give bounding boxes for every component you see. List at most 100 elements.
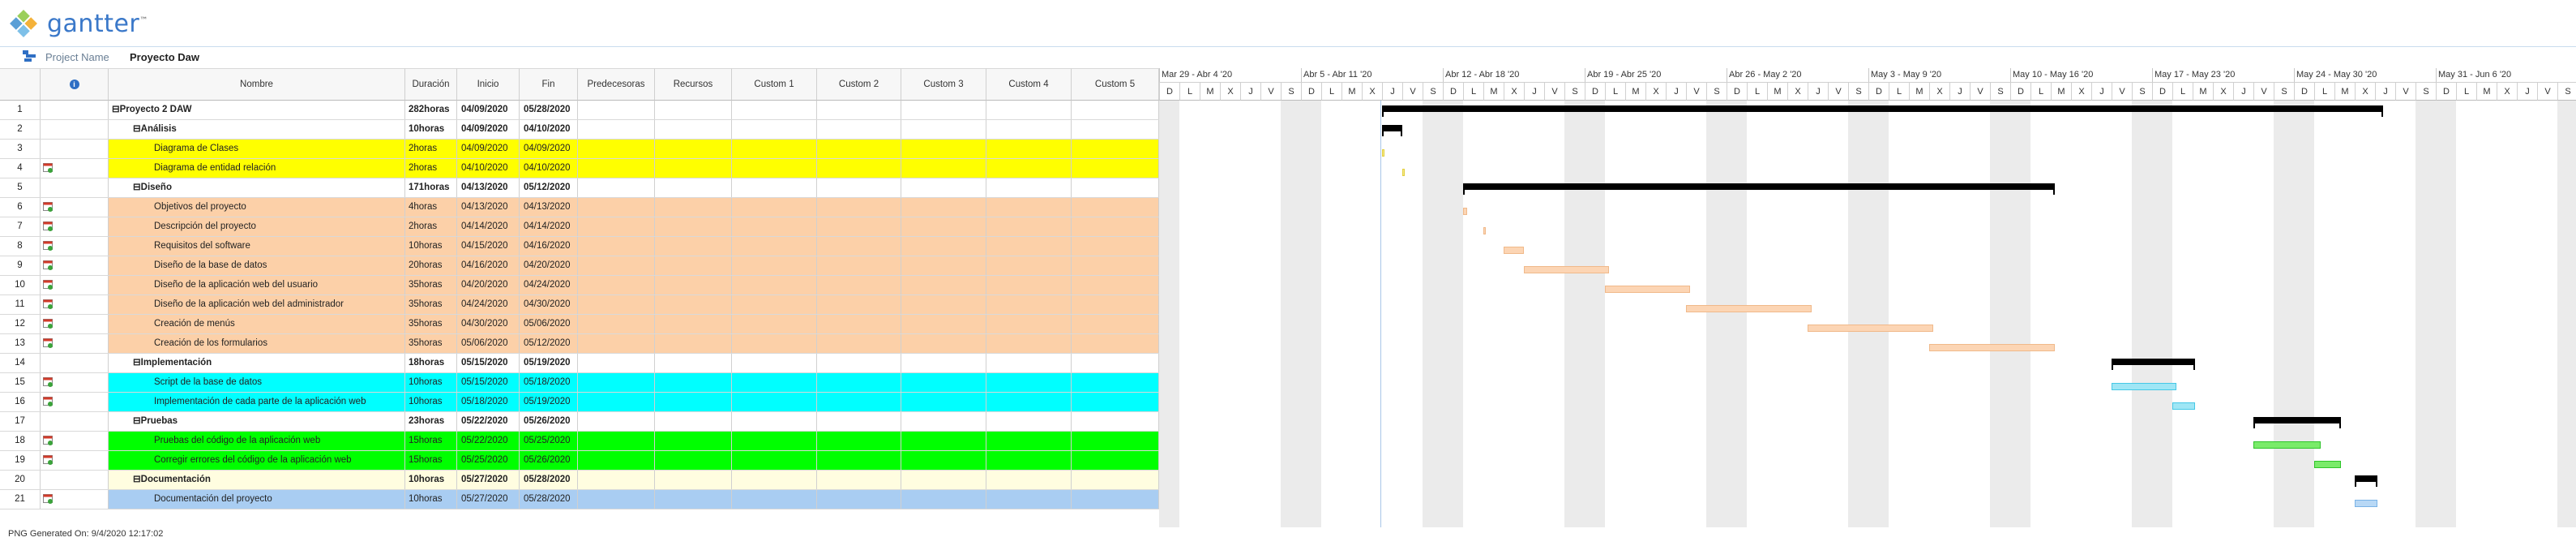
task-custom4[interactable] xyxy=(986,373,1072,392)
header-predecessors[interactable]: Predecesoras xyxy=(578,68,655,101)
row-number[interactable]: 15 xyxy=(0,373,41,392)
task-custom5[interactable] xyxy=(1072,412,1159,431)
task-resources[interactable] xyxy=(655,432,732,450)
task-custom5[interactable] xyxy=(1072,140,1159,158)
task-custom4[interactable] xyxy=(986,198,1072,217)
task-row[interactable]: 13 Creación de los formularios 35horas 05/0… xyxy=(0,334,1159,354)
task-row[interactable]: 11 Diseño de la aplicación web del admini… xyxy=(0,295,1159,315)
task-custom2[interactable] xyxy=(817,120,901,139)
task-start[interactable]: 05/06/2020 xyxy=(457,334,520,353)
header-custom2[interactable]: Custom 2 xyxy=(817,68,901,101)
task-custom1[interactable] xyxy=(732,217,817,236)
task-name[interactable]: Implementación de cada parte de la aplic… xyxy=(109,393,405,411)
task-custom1[interactable] xyxy=(732,120,817,139)
task-custom3[interactable] xyxy=(901,120,986,139)
task-resources[interactable] xyxy=(655,198,732,217)
task-predecessors[interactable] xyxy=(578,393,655,411)
task-predecessors[interactable] xyxy=(578,120,655,139)
task-custom5[interactable] xyxy=(1072,393,1159,411)
task-name[interactable]: Requisitos del software xyxy=(109,237,405,256)
task-custom1[interactable] xyxy=(732,334,817,353)
task-resources[interactable] xyxy=(655,178,732,197)
task-finish[interactable]: 05/19/2020 xyxy=(520,393,578,411)
task-resources[interactable] xyxy=(655,237,732,256)
task-custom3[interactable] xyxy=(901,101,986,119)
task-duration[interactable]: 18horas xyxy=(405,354,457,372)
task-resources[interactable] xyxy=(655,295,732,314)
task-start[interactable]: 05/15/2020 xyxy=(457,354,520,372)
task-predecessors[interactable] xyxy=(578,237,655,256)
task-duration[interactable]: 171horas xyxy=(405,178,457,197)
header-duration[interactable]: Duración xyxy=(405,68,457,101)
row-number[interactable]: 10 xyxy=(0,276,41,294)
task-bar[interactable] xyxy=(1929,344,2055,351)
task-finish[interactable]: 05/12/2020 xyxy=(520,334,578,353)
task-finish[interactable]: 05/18/2020 xyxy=(520,373,578,392)
task-predecessors[interactable] xyxy=(578,490,655,509)
task-duration[interactable]: 10horas xyxy=(405,373,457,392)
task-start[interactable]: 04/13/2020 xyxy=(457,178,520,197)
task-custom1[interactable] xyxy=(732,256,817,275)
task-custom3[interactable] xyxy=(901,178,986,197)
task-resources[interactable] xyxy=(655,256,732,275)
task-custom4[interactable] xyxy=(986,490,1072,509)
task-predecessors[interactable] xyxy=(578,140,655,158)
task-bar[interactable] xyxy=(2112,383,2176,390)
task-custom5[interactable] xyxy=(1072,471,1159,489)
task-finish[interactable]: 05/26/2020 xyxy=(520,451,578,470)
task-duration[interactable]: 23horas xyxy=(405,412,457,431)
task-start[interactable]: 04/14/2020 xyxy=(457,217,520,236)
task-custom3[interactable] xyxy=(901,471,986,489)
task-custom4[interactable] xyxy=(986,412,1072,431)
task-duration[interactable]: 10horas xyxy=(405,393,457,411)
task-name[interactable]: Creación de menús xyxy=(109,315,405,333)
task-duration[interactable]: 10horas xyxy=(405,490,457,509)
task-row[interactable]: 12 Creación de menús 35horas 04/30/2020 05/0… xyxy=(0,315,1159,334)
task-bar[interactable] xyxy=(2355,500,2377,507)
task-start[interactable]: 05/25/2020 xyxy=(457,451,520,470)
task-predecessors[interactable] xyxy=(578,198,655,217)
task-custom3[interactable] xyxy=(901,315,986,333)
task-start[interactable]: 04/15/2020 xyxy=(457,237,520,256)
task-row[interactable]: 1 ⊟Proyecto 2 DAW 282horas 04/09/2020 05/28/… xyxy=(0,101,1159,120)
task-custom5[interactable] xyxy=(1072,295,1159,314)
task-custom5[interactable] xyxy=(1072,432,1159,450)
task-duration[interactable]: 15horas xyxy=(405,432,457,450)
task-finish[interactable]: 05/12/2020 xyxy=(520,178,578,197)
task-custom4[interactable] xyxy=(986,451,1072,470)
task-finish[interactable]: 05/25/2020 xyxy=(520,432,578,450)
task-custom2[interactable] xyxy=(817,178,901,197)
row-number[interactable]: 13 xyxy=(0,334,41,353)
task-custom2[interactable] xyxy=(817,373,901,392)
task-custom3[interactable] xyxy=(901,159,986,178)
task-start[interactable]: 04/13/2020 xyxy=(457,198,520,217)
task-bar[interactable] xyxy=(1524,266,1609,273)
task-row[interactable]: 8 Requisitos del software 10horas 04/15/202… xyxy=(0,237,1159,256)
task-name[interactable]: Descripción del proyecto xyxy=(109,217,405,236)
task-custom2[interactable] xyxy=(817,276,901,294)
task-custom1[interactable] xyxy=(732,451,817,470)
task-custom4[interactable] xyxy=(986,120,1072,139)
task-start[interactable]: 05/18/2020 xyxy=(457,393,520,411)
task-custom5[interactable] xyxy=(1072,451,1159,470)
task-custom3[interactable] xyxy=(901,412,986,431)
task-resources[interactable] xyxy=(655,412,732,431)
task-custom3[interactable] xyxy=(901,237,986,256)
task-resources[interactable] xyxy=(655,276,732,294)
task-custom4[interactable] xyxy=(986,237,1072,256)
row-number[interactable]: 3 xyxy=(0,140,41,158)
task-custom1[interactable] xyxy=(732,490,817,509)
task-custom1[interactable] xyxy=(732,412,817,431)
task-custom1[interactable] xyxy=(732,101,817,119)
task-finish[interactable]: 05/28/2020 xyxy=(520,101,578,119)
task-custom5[interactable] xyxy=(1072,217,1159,236)
task-resources[interactable] xyxy=(655,373,732,392)
task-custom2[interactable] xyxy=(817,334,901,353)
task-row[interactable]: 10 Diseño de la aplicación web del usuari… xyxy=(0,276,1159,295)
task-name[interactable]: Diseño de la aplicación web del administ… xyxy=(109,295,405,314)
task-bar[interactable] xyxy=(1808,325,1933,332)
task-name[interactable]: ⊟Proyecto 2 DAW xyxy=(109,101,405,119)
task-duration[interactable]: 282horas xyxy=(405,101,457,119)
task-name[interactable]: Corregir errores del código de la aplica… xyxy=(109,451,405,470)
task-duration[interactable]: 35horas xyxy=(405,334,457,353)
